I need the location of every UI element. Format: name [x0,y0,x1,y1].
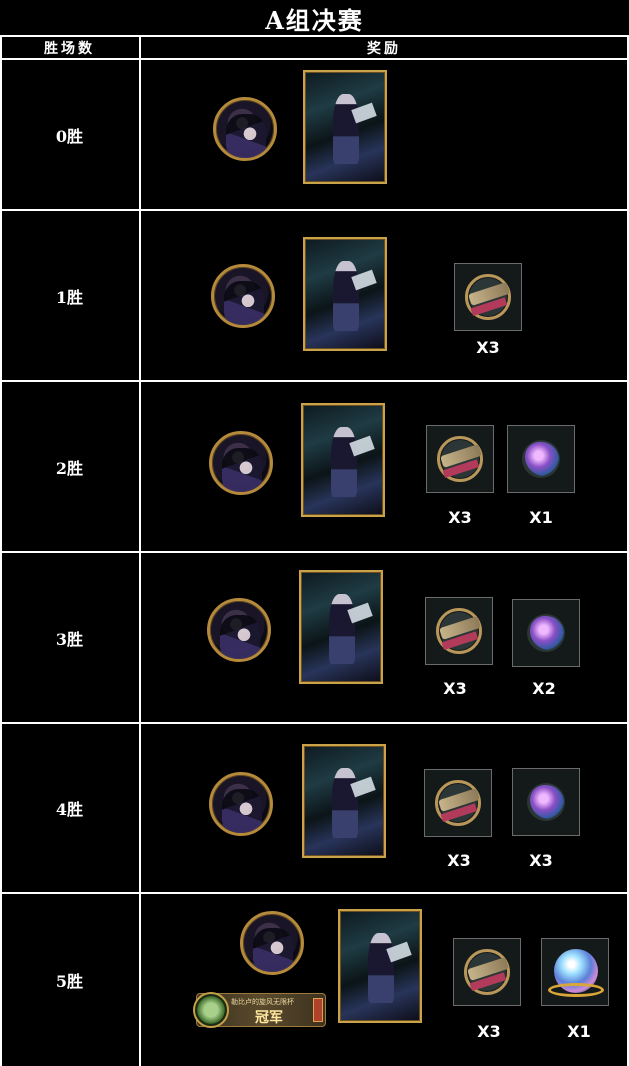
row-label: 1胜 [55,287,84,307]
gem-icon [507,425,575,493]
portrait-frame-icon [209,431,273,495]
item-quantity: X3 [529,851,553,870]
item-quantity: X3 [477,1022,501,1041]
item-quantity: X3 [447,851,471,870]
gun-icon [454,263,522,331]
portrait-frame-icon [213,97,277,161]
flag-icon [313,998,323,1022]
portrait-frame-icon [209,772,273,836]
item-quantity: X3 [443,679,467,698]
character-card-icon [302,744,386,858]
reward-row [141,60,627,209]
portrait-frame-icon [207,598,271,662]
reward-row: X3 [141,211,627,380]
row-label: 4胜 [55,800,84,819]
row-label: 3胜 [55,629,84,649]
gun-icon [426,425,494,493]
cup-name: 勒比卢的旋风无限杯 [231,998,294,1006]
medal-icon [193,992,229,1028]
item-quantity: X1 [567,1022,591,1041]
reward-table: A组决赛 胜场数 奖励 0胜 1胜 X3 2胜 X3 X1 3胜 X3 X2 4… [0,0,629,1066]
page-title: A组决赛 [265,5,364,35]
champion-title-badge: 勒比卢的旋风无限杯 冠军 [193,992,326,1028]
character-card-icon [299,570,383,684]
item-quantity: X3 [448,508,472,527]
row-label: 5胜 [55,972,84,991]
orb-icon [541,938,609,1006]
character-card-icon [301,403,385,517]
character-card-icon [303,70,387,184]
header-rewards: 奖励 [367,41,401,57]
item-quantity: X1 [529,508,553,527]
gun-icon [425,597,493,665]
gem-icon [512,768,580,836]
header-wins: 胜场数 [44,41,95,57]
row-label: 2胜 [55,458,84,478]
item-quantity: X3 [476,338,500,357]
reward-row: X3 X2 [141,553,627,722]
portrait-frame-icon [240,911,304,975]
reward-row: X3 X1 [141,382,627,551]
character-card-icon [303,237,387,351]
gun-icon [453,938,521,1006]
champion-label: 冠军 [255,1010,283,1026]
gem-icon [512,599,580,667]
reward-row: 勒比卢的旋风无限杯 冠军 X3 X1 [141,894,627,1066]
row-label: 0胜 [55,126,84,146]
character-card-icon [338,909,422,1023]
gun-icon [424,769,492,837]
portrait-frame-icon [211,264,275,328]
reward-row: X3 X3 [141,724,627,892]
item-quantity: X2 [532,679,556,698]
